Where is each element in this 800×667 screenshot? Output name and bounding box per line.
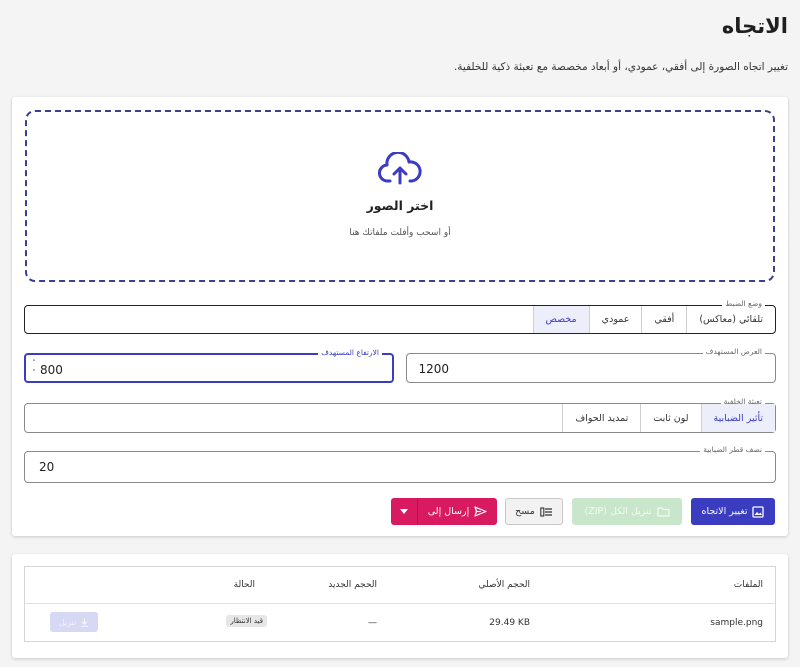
download-all-zip-button[interactable]: تنزيل الكل (ZIP) [572,498,682,525]
height-stepper[interactable]: ˄ ˅ [30,358,38,378]
files-table: الملفات الحجم الأصلي الحجم الجديد الحالة… [24,566,776,642]
mode-option-custom[interactable]: مخصص [532,306,589,333]
target-height-field[interactable]: الارتفاع المستهدف ˄ ˅ 800 [24,348,394,383]
download-icon [81,618,89,627]
file-original-size: 29.49 KB [489,618,530,628]
mode-option-portrait[interactable]: عمودي [588,306,642,333]
fill-selector: تعبئة الخلفية تأثير الضبابية لون ثابت تم… [24,397,776,433]
dropzone-title: اختر الصور [366,198,434,213]
blur-radius-field[interactable]: نصف قطر الضبابية 20 [24,445,776,483]
send-to-button[interactable]: إرسال إلى [418,498,497,525]
header-new-size: الحجم الجديد [328,580,377,590]
blur-radius-value[interactable]: 20 [39,460,54,474]
chevron-up-icon[interactable]: ˄ [30,358,38,368]
target-height-value[interactable]: 800 [40,363,63,377]
send-to-label: إرسال إلى [427,506,470,517]
change-orientation-label: تغيير الاتجاه [701,506,748,517]
target-height-label: الارتفاع المستهدف [318,348,382,357]
mode-option-auto[interactable]: تلقائي (معاكس) [686,306,775,333]
clear-all-icon [540,506,552,517]
dropzone[interactable]: اختر الصور أو اسحب وأفلت ملفاتك هنا [25,110,775,282]
caret-down-icon [400,509,408,514]
send-to-dropdown-button[interactable] [391,498,418,525]
folder-zip-icon [656,507,670,517]
settings-card: اختر الصور أو اسحب وأفلت ملفاتك هنا وضع … [12,97,788,536]
page-title: الاتجاه [721,14,788,38]
chevron-down-icon[interactable]: ˅ [30,368,38,378]
fill-option-extend[interactable]: تمديد الحواف [562,404,640,432]
file-new-size: — [368,618,377,628]
files-card: الملفات الحجم الأصلي الحجم الجديد الحالة… [12,554,788,658]
header-original-size: الحجم الأصلي [478,580,530,590]
mode-selector: وضع الضبط تلقائي (معاكس) أفقي عمودي مخصص [24,299,776,334]
send-icon [474,506,487,517]
blur-radius-label: نصف قطر الضبابية [700,445,765,454]
download-all-zip-label: تنزيل الكل (ZIP) [584,506,652,517]
change-orientation-button[interactable]: تغيير الاتجاه [691,498,775,525]
download-button[interactable]: تنزيل [50,612,98,632]
mode-option-landscape[interactable]: أفقي [641,306,686,333]
dropzone-subtitle: أو اسحب وأفلت ملفاتك هنا [349,228,451,238]
target-width-label: العرض المستهدف [702,347,765,356]
status-badge: قيد الانتظار [226,615,267,627]
target-width-value[interactable]: 1200 [418,362,449,376]
clear-label: مسح [515,506,535,517]
target-width-field[interactable]: العرض المستهدف 1200 [406,347,776,383]
table-header: الملفات الحجم الأصلي الحجم الجديد الحالة [25,567,775,604]
header-status: الحالة [233,580,255,590]
cloud-upload-icon [378,152,422,185]
header-files: الملفات [733,580,763,590]
image-icon [752,505,765,518]
fill-option-blur[interactable]: تأثير الضبابية [700,404,775,432]
page-description: تغيير اتجاه الصورة إلى أفقي، عمودي، أو أ… [453,61,788,73]
download-label: تنزيل [58,617,77,627]
clear-button[interactable]: مسح [505,498,563,525]
fill-option-solid[interactable]: لون ثابت [640,404,700,432]
file-name: sample.png [710,618,763,628]
